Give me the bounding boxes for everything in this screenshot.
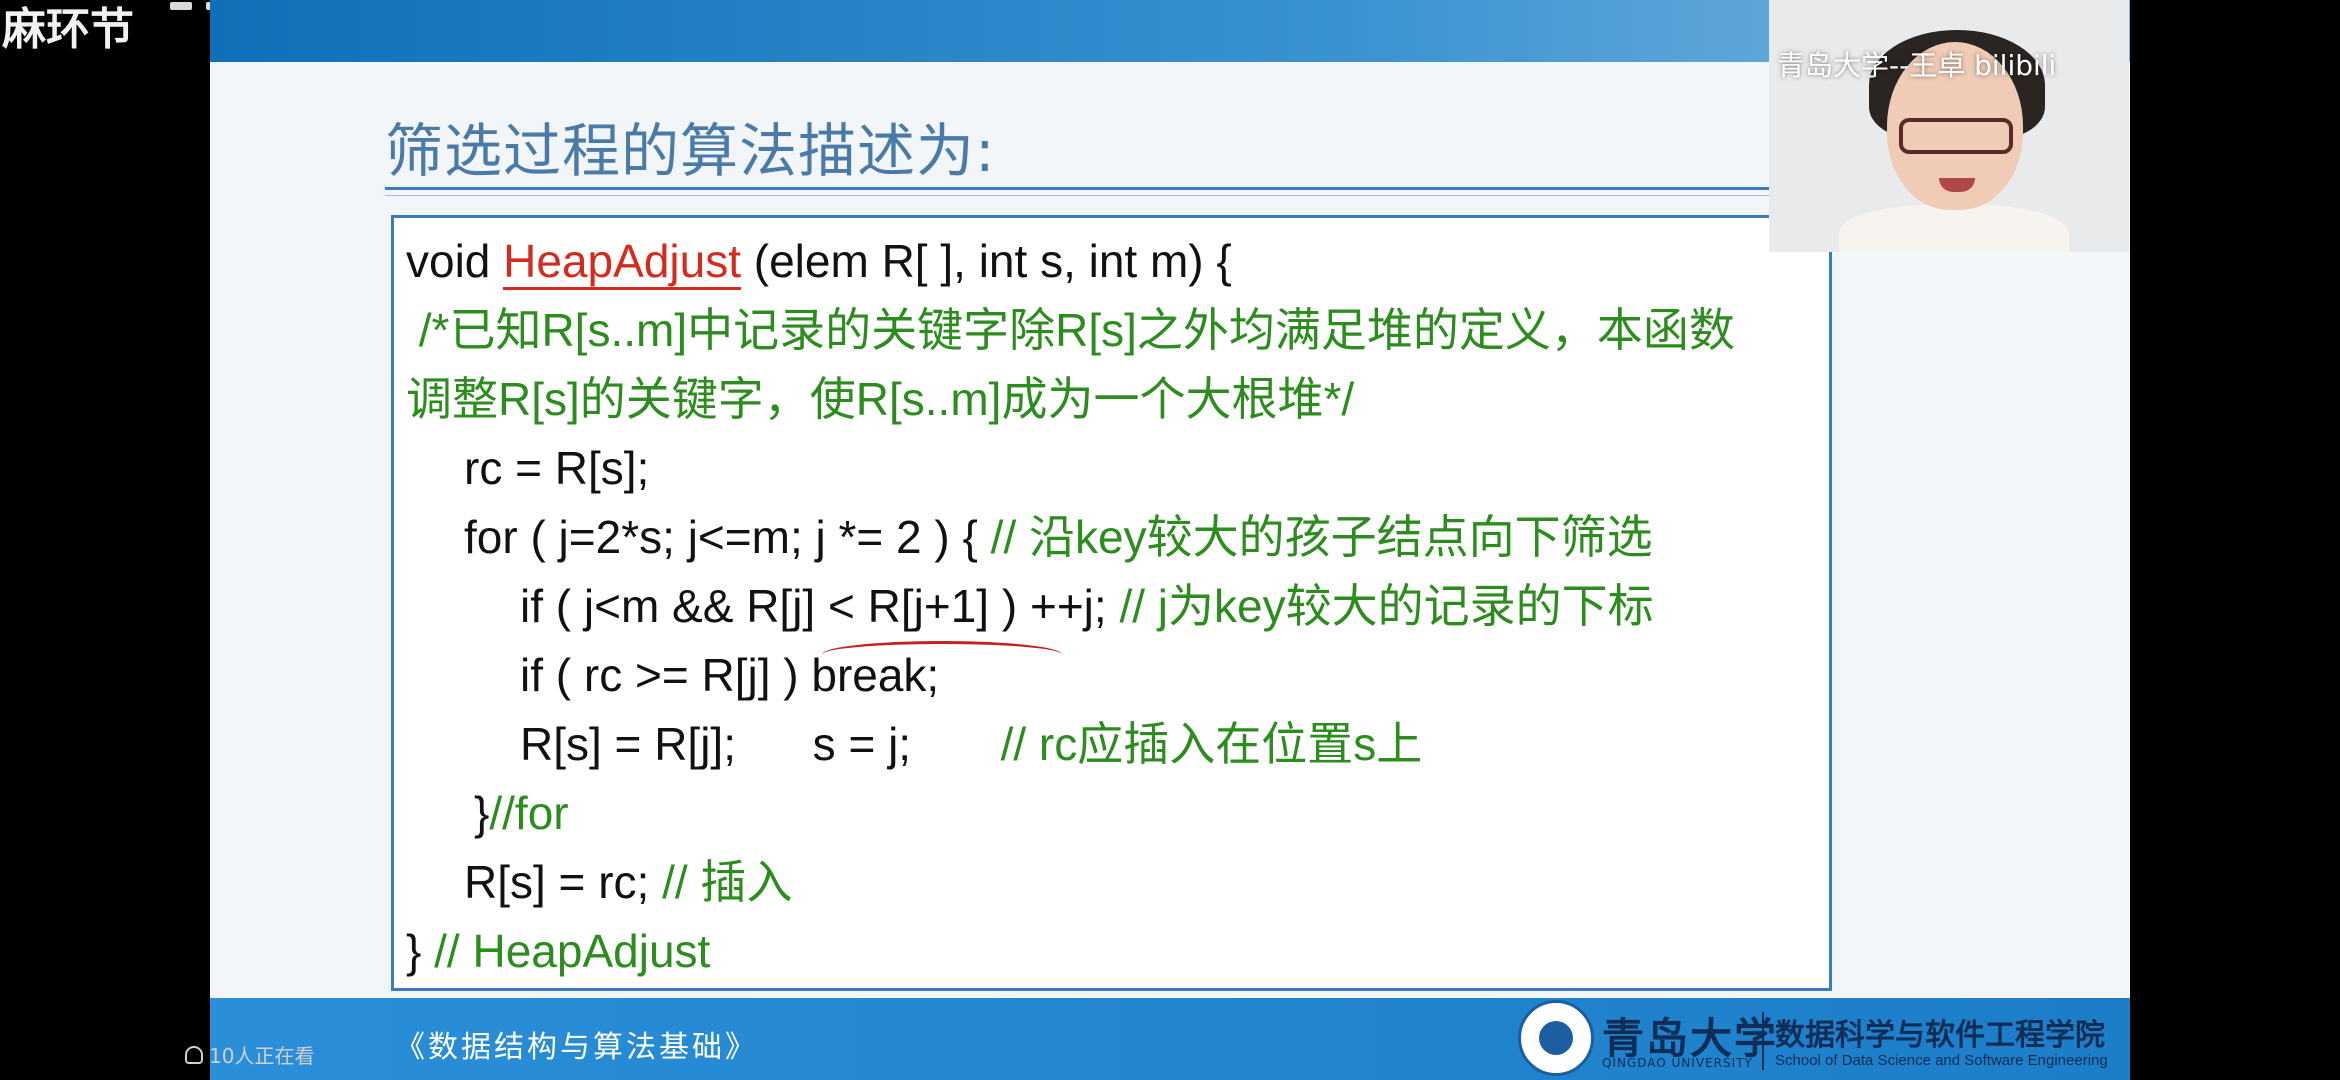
university-logo-icon [1518, 1000, 1594, 1076]
code-text: void [406, 235, 504, 287]
viewer-icon [185, 1045, 203, 1064]
code-line-3: 调整R[s]的关键字，使R[s..m]成为一个大根堆*/ [406, 373, 1355, 425]
code-text: } [406, 925, 435, 977]
code-line-6: if ( j<m && R[j] < R[j+1] ) ++j; // j为ke… [520, 578, 1654, 634]
course-name: 《数据结构与算法基础》 [395, 1030, 758, 1065]
viewer-count: 10人正在看 [185, 1040, 314, 1069]
annotation-underline [822, 641, 1062, 668]
code-text: R[s] = rc; [464, 856, 663, 908]
webcam-label: 青岛大学--王卓 bilibili [1777, 49, 2057, 82]
code-comment: // 插入 [662, 856, 793, 908]
department-name-en: School of Data Science and Software Engi… [1775, 1052, 2108, 1069]
code-box: void HeapAdjust (elem R[ ], int s, int m… [391, 215, 1832, 991]
code-line-9: }//for [474, 785, 569, 841]
code-line-11: } // HeapAdjust [406, 923, 710, 979]
code-text: R[s] = R[j]; s = j; [520, 718, 1001, 770]
code-comment: // 沿key较大的孩子结点向下筛选 [990, 511, 1653, 563]
function-name: HeapAdjust [503, 235, 741, 290]
code-line-1: void HeapAdjust (elem R[ ], int s, int m… [406, 233, 1232, 290]
code-comment: // rc应插入在位置s上 [1000, 718, 1423, 770]
presenter-body [1839, 205, 2069, 252]
title-rule-secondary [385, 195, 2005, 196]
webcam-overlay: 青岛大学--王卓 bilibili [1769, 0, 2129, 252]
code-comment: // HeapAdjust [434, 925, 711, 977]
code-line-10: R[s] = rc; // 插入 [464, 854, 792, 910]
code-text: if ( j<m && R[j] < R[j+1] ) ++j; [520, 580, 1120, 632]
university-name-en: QINGDAO UNIVERSITY [1602, 1056, 1753, 1070]
code-text: } [474, 787, 490, 839]
code-line-5: for ( j=2*s; j<=m; j *= 2 ) { // 沿key较大的… [464, 509, 1653, 565]
footer-divider [1762, 1012, 1764, 1070]
code-comment: // j为key较大的记录的下标 [1119, 580, 1654, 632]
department-name: 数据科学与软件工程学院 [1775, 1018, 2105, 1053]
slide-title: 筛选过程的算法描述为: [385, 117, 996, 185]
presenter-glasses [1899, 118, 2013, 154]
title-rule [385, 187, 2005, 190]
code-text: for ( j=2*s; j<=m; j *= 2 ) { [464, 511, 991, 563]
code-line-4: rc = R[s]; [464, 442, 650, 494]
code-line-8: R[s] = R[j]; s = j; // rc应插入在位置s上 [520, 716, 1422, 772]
code-text: (elem R[ ], int s, int m) { [741, 235, 1232, 287]
status-icon [170, 2, 192, 10]
viewer-count-text: 10人正在看 [209, 1044, 315, 1068]
code-line-2: /*已知R[s..m]中记录的关键字除R[s]之外均满足堆的定义，本函数 [406, 304, 1735, 356]
overlay-topleft-text: 麻环节 [2, 4, 134, 55]
code-comment: //for [489, 787, 569, 839]
